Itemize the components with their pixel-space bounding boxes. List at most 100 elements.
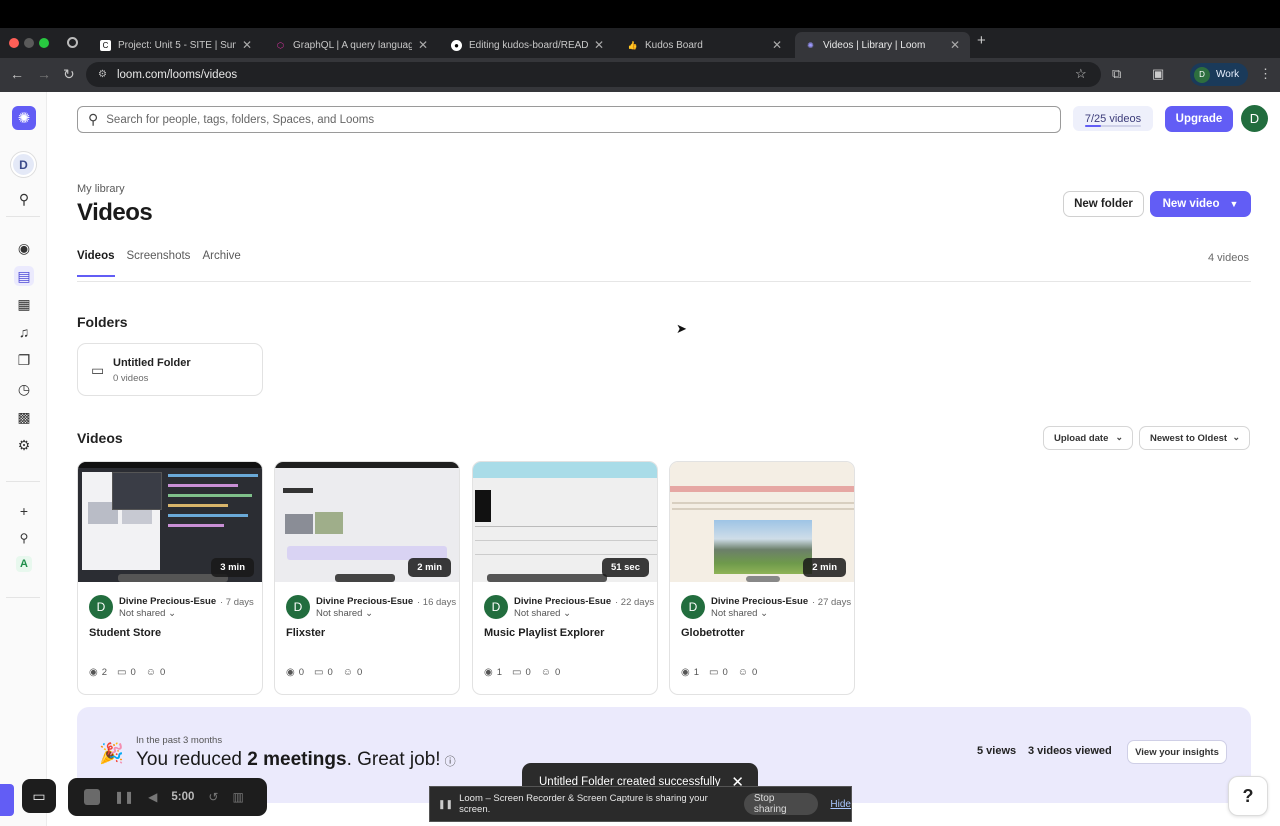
gift-icon[interactable]: ▩ [14,407,34,427]
new-tab-button[interactable]: + [977,32,986,49]
folder-card[interactable]: ▭ Untitled Folder 0 videos [77,343,263,396]
new-folder-button[interactable]: New folder [1063,191,1144,217]
comment-count: 0 [130,667,136,678]
search-input[interactable] [106,113,1007,126]
emoji-icon: ☺ [342,667,353,678]
upgrade-button[interactable]: Upgrade [1165,106,1233,132]
loom-logo-icon[interactable]: ✺ [12,106,36,130]
recording-controls: ❚❚ ◀ 5:00 ↺ ▥ [68,778,267,816]
tab-archive[interactable]: Archive [202,250,240,277]
workspace-badge[interactable]: A [16,556,32,572]
stop-recording-icon[interactable] [84,789,100,805]
comment-count: 0 [722,667,728,678]
close-icon[interactable]: ✕ [418,38,428,52]
bell-icon[interactable]: ♫ [14,322,34,342]
browser-tab-github[interactable]: ● Editing kudos-board/READMI ✕ [441,32,614,58]
pause-recording-icon[interactable]: ❚❚ [114,790,134,804]
breadcrumb[interactable]: My library [77,183,125,195]
reaction-count: 0 [752,667,758,678]
browser-menu-icon[interactable]: ⋮ [1259,66,1272,82]
video-card[interactable]: 2 min D Divine Precious-Esue · 16 days N… [274,461,460,695]
party-popper-icon: 🎉 [99,743,124,765]
library-icon[interactable]: ▤ [14,266,34,286]
video-author[interactable]: Divine Precious-Esue [119,596,216,607]
rail-divider [6,597,40,598]
browser-tab-graphql[interactable]: ⬡ GraphQL | A query language ✕ [265,32,438,58]
eye-icon: ◉ [484,667,493,678]
close-icon[interactable]: ✕ [950,38,960,52]
user-avatar[interactable]: D [1241,105,1268,132]
sort-order-dropdown[interactable]: Newest to Oldest ⌄ [1139,426,1250,450]
video-title[interactable]: Globetrotter [681,627,745,639]
recorder-handle[interactable] [0,784,14,816]
sharing-dropdown[interactable]: Not shared ⌄ [316,608,373,619]
hide-link[interactable]: Hide [830,799,851,810]
side-panel-icon[interactable]: ▣ [1152,66,1164,82]
close-icon[interactable]: ✕ [594,38,604,52]
video-duration: 2 min [803,558,846,577]
browser-tab-project[interactable]: C Project: Unit 5 - SITE | Summ ✕ [90,32,262,58]
site-settings-icon[interactable]: ⚙ [98,69,107,80]
sort-field-dropdown[interactable]: Upload date ⌄ [1043,426,1133,450]
profile-avatar: D [1194,66,1210,83]
sharing-dropdown[interactable]: Not shared ⌄ [119,608,176,619]
browser-profile-button[interactable]: D Work [1190,63,1248,86]
video-card[interactable]: 2 min D Divine Precious-Esue · 27 days N… [669,461,855,695]
video-author[interactable]: Divine Precious-Esue [711,596,808,607]
window-maximize-button[interactable] [39,38,49,48]
video-author[interactable]: Divine Precious-Esue [316,596,413,607]
extensions-icon[interactable]: ⧉ [1112,66,1121,82]
invite-user-icon[interactable]: ⚲ [14,189,34,209]
window-minimize-button[interactable] [24,38,34,48]
mute-icon[interactable]: ◀ [148,790,157,804]
close-icon[interactable]: ✕ [772,38,782,52]
reaction-count: 0 [555,667,561,678]
view-insights-button[interactable]: View your insights [1127,740,1227,764]
calendar-icon[interactable]: ▦ [14,294,34,314]
view-count: 1 [693,667,700,678]
search-bar[interactable]: ⚲ [77,106,1061,133]
video-quota-badge[interactable]: 7/25 videos [1073,106,1153,131]
add-icon[interactable]: + [14,501,34,521]
video-title[interactable]: Music Playlist Explorer [484,627,604,639]
workspace-avatar[interactable]: D [11,152,36,177]
bookmark-star-icon[interactable]: ☆ [1075,66,1087,82]
tab-videos[interactable]: Videos [77,250,115,277]
video-stats: ◉ 0 ▭ 0 ☺ 0 [286,667,362,678]
page-title: Videos [77,199,153,226]
gear-icon[interactable]: ⚙ [14,435,34,455]
close-icon[interactable]: ✕ [242,38,252,52]
history-icon[interactable]: ◷ [14,379,34,399]
video-title[interactable]: Flixster [286,627,325,639]
browser-tab-loom[interactable]: ✺ Videos | Library | Loom ✕ [795,32,970,58]
bookmark-icon[interactable]: ❐ [14,350,34,370]
address-bar[interactable]: ⚙ loom.com/looms/videos [86,62,1101,87]
camera-icon[interactable]: ▭ [22,779,56,813]
video-author[interactable]: Divine Precious-Esue [514,596,611,607]
help-button[interactable]: ? [1228,776,1268,816]
video-card[interactable]: 3 min D Divine Precious-Esue · 7 days No… [77,461,263,695]
graphql-icon: ⬡ [277,40,284,50]
sharing-dropdown[interactable]: Not shared ⌄ [711,608,768,619]
stop-sharing-button[interactable]: Stop sharing [743,793,819,815]
sharing-status: Not shared [711,608,758,619]
reload-icon[interactable]: ↻ [63,66,75,83]
back-icon[interactable]: ← [10,66,24,82]
video-title[interactable]: Student Store [89,627,161,639]
browser-toolbar: ← → ↻ ⚙ loom.com/looms/videos ☆ ⧉ ▣ D Wo… [0,58,1280,92]
tab-screenshots[interactable]: Screenshots [127,250,191,277]
forward-icon[interactable]: → [37,66,51,82]
search-icon[interactable]: ⚲ [14,528,34,548]
profile-icon[interactable]: ◉ [14,238,34,258]
trash-icon[interactable]: ▥ [232,790,243,804]
emoji-icon: ☺ [540,667,551,678]
browser-tab-kudos[interactable]: 👍 Kudos Board ✕ [617,32,792,58]
new-video-button[interactable]: New video ▼ [1150,191,1251,217]
comment-count: 0 [327,667,333,678]
info-icon[interactable]: ⓘ [445,756,456,768]
sharing-dropdown[interactable]: Not shared ⌄ [514,608,571,619]
restart-icon[interactable]: ↺ [208,790,218,804]
sharing-message: Loom – Screen Recorder & Screen Capture … [459,793,708,815]
window-close-button[interactable] [9,38,19,48]
video-card[interactable]: 51 sec D Divine Precious-Esue · 22 days … [472,461,658,695]
